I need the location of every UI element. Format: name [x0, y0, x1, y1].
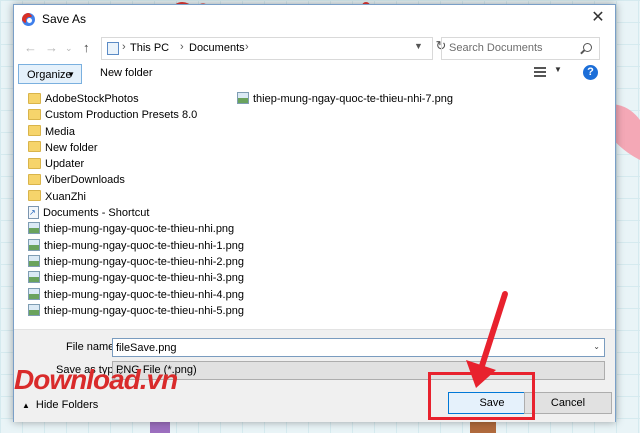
file-name-label: thiep-mung-ngay-quoc-te-thieu-nhi-3.png: [44, 272, 244, 285]
folder-icon: [28, 174, 41, 186]
file-name-label: AdobeStockPhotos: [45, 93, 139, 105]
folder-icon: [28, 157, 41, 169]
file-name-label: thiep-mung-ngay-quoc-te-thieu-nhi-7.png: [253, 93, 453, 105]
file-column-left: AdobeStockPhotos Custom Production Preset…: [28, 91, 244, 319]
breadcrumb-separator-icon[interactable]: ›: [180, 41, 184, 53]
folder-icon: [28, 190, 41, 202]
file-list: AdobeStockPhotos Custom Production Preset…: [18, 89, 611, 329]
search-box[interactable]: Search Documents: [441, 37, 600, 60]
file-list-item[interactable]: thiep-mung-ngay-quoc-te-thieu-nhi-4.png: [28, 287, 244, 303]
image-file-icon: [28, 255, 40, 268]
new-folder-button[interactable]: New folder: [100, 67, 153, 79]
title-bar: Save As ✕: [14, 5, 615, 33]
save-as-dialog: Save As ✕ ← → ⌄ ↑ › This PC › Documents …: [13, 4, 616, 422]
hide-folders-toggle[interactable]: ▲ Hide Folders: [22, 399, 98, 411]
folder-icon: [28, 141, 41, 153]
file-list-item[interactable]: AdobeStockPhotos: [28, 91, 244, 107]
watermark-logo: Download.vn: [14, 364, 178, 395]
file-list-item[interactable]: Documents - Shortcut: [28, 205, 244, 221]
breadcrumb-documents[interactable]: Documents: [189, 42, 245, 54]
breadcrumb-separator-icon[interactable]: ›: [122, 41, 126, 53]
file-list-item[interactable]: thiep-mung-ngay-quoc-te-thieu-nhi-2.png: [28, 254, 244, 270]
file-name-label: Updater: [45, 158, 85, 171]
up-arrow-icon[interactable]: ↑: [83, 40, 90, 55]
file-name-label: ViberDownloads: [45, 174, 125, 187]
organize-label: Organize: [27, 69, 72, 81]
file-list-item[interactable]: XuanZhi: [28, 189, 244, 205]
breadcrumb-this-pc[interactable]: This PC: [130, 42, 169, 54]
forward-arrow-icon[interactable]: →: [45, 40, 58, 55]
file-list-item[interactable]: Media: [28, 124, 244, 140]
back-arrow-icon[interactable]: ←: [24, 40, 37, 55]
search-input[interactable]: Search Documents: [449, 42, 543, 54]
image-file-icon: [28, 238, 40, 251]
file-name-label: File name:: [66, 341, 118, 353]
file-list-item[interactable]: thiep-mung-ngay-quoc-te-thieu-nhi-7.png: [237, 91, 453, 107]
file-name-label: Custom Production Presets 8.0: [45, 109, 198, 122]
image-file-icon: [28, 287, 40, 300]
shortcut-icon: [28, 205, 39, 221]
folder-icon: [28, 125, 41, 137]
this-pc-icon: [107, 42, 119, 55]
file-list-item[interactable]: Custom Production Presets 8.0: [28, 107, 244, 123]
collapse-caret-icon: ▲: [22, 401, 30, 410]
close-button[interactable]: ✕: [587, 8, 609, 28]
image-file-icon: [237, 92, 249, 105]
pointer-arrow-icon: [466, 291, 508, 388]
file-name-label: XuanZhi: [45, 190, 86, 203]
folder-icon: [28, 108, 41, 120]
file-name-label: New folder: [45, 141, 98, 154]
chrome-icon: [22, 13, 35, 26]
file-list-item[interactable]: Updater: [28, 156, 244, 172]
file-name-label: thiep-mung-ngay-quoc-te-thieu-nhi.png: [44, 223, 235, 236]
recent-locations-chevron-icon[interactable]: ⌄: [65, 43, 73, 54]
file-list-item[interactable]: thiep-mung-ngay-quoc-te-thieu-nhi-3.png: [28, 270, 244, 286]
view-dropdown-caret-icon[interactable]: ▼: [554, 65, 562, 74]
file-name-label: Media: [45, 125, 75, 138]
file-list-item[interactable]: thiep-mung-ngay-quoc-te-thieu-nhi-1.png: [28, 238, 244, 254]
file-name-label: thiep-mung-ngay-quoc-te-thieu-nhi-2.png: [44, 255, 244, 268]
organize-button[interactable]: Organize ▼: [18, 64, 82, 84]
image-file-icon: [28, 303, 40, 316]
file-list-item[interactable]: thiep-mung-ngay-quoc-te-thieu-nhi.png: [28, 221, 244, 237]
command-bar: Organize ▼ New folder ▼ ?: [14, 62, 615, 88]
image-file-icon: [28, 271, 40, 284]
file-column-right: thiep-mung-ngay-quoc-te-thieu-nhi-7.png: [237, 91, 453, 107]
file-name-label: Documents - Shortcut: [43, 207, 150, 220]
file-list-item[interactable]: ViberDownloads: [28, 172, 244, 188]
file-list-item[interactable]: thiep-mung-ngay-quoc-te-thieu-nhi-5.png: [28, 303, 244, 319]
file-name-label: thiep-mung-ngay-quoc-te-thieu-nhi-1.png: [44, 239, 244, 252]
file-name-label: thiep-mung-ngay-quoc-te-thieu-nhi-5.png: [44, 304, 244, 317]
dropdown-caret-icon: ▼: [67, 70, 75, 79]
file-name-label: thiep-mung-ngay-quoc-te-thieu-nhi-4.png: [44, 288, 244, 301]
breadcrumb-separator-icon[interactable]: ›: [245, 41, 249, 53]
hide-folders-label: Hide Folders: [35, 399, 99, 411]
address-bar[interactable]: › This PC › Documents › ▼: [101, 37, 433, 60]
dialog-title: Save As: [42, 12, 87, 26]
search-icon: [583, 43, 592, 52]
cancel-button[interactable]: Cancel: [524, 392, 612, 414]
help-icon[interactable]: ?: [583, 65, 598, 80]
image-file-icon: [28, 222, 40, 235]
file-list-item[interactable]: New folder: [28, 140, 244, 156]
folder-icon: [28, 92, 41, 104]
file-name-field[interactable]: ⌄: [112, 338, 605, 357]
file-name-dropdown-icon[interactable]: ⌄: [593, 342, 600, 351]
address-dropdown-icon[interactable]: ▼: [414, 41, 423, 51]
view-options-icon[interactable]: [534, 66, 546, 78]
